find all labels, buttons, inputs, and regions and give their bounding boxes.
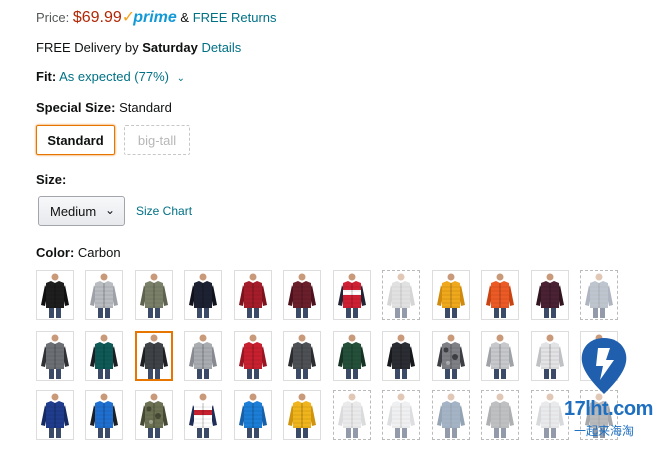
color-swatch[interactable]	[36, 331, 74, 381]
jacket-thumbnail	[486, 393, 514, 438]
color-swatch[interactable]	[333, 270, 371, 320]
color-swatch[interactable]	[184, 270, 222, 320]
color-swatch[interactable]	[184, 390, 222, 440]
fit-label: Fit:	[36, 69, 57, 84]
jacket-thumbnail	[536, 393, 564, 438]
price-row: Price: $69.99✓prime & FREE Returns	[36, 8, 277, 28]
jacket-thumbnail	[338, 273, 366, 318]
color-swatch[interactable]	[234, 390, 272, 440]
prime-logo: prime	[133, 9, 177, 26]
jacket-thumbnail	[90, 273, 118, 318]
jacket-thumbnail	[41, 393, 69, 438]
size-selected-value: Medium	[50, 203, 97, 219]
special-size-value: Standard	[119, 100, 172, 115]
special-size-row: Special Size: Standard	[36, 100, 172, 115]
color-swatch[interactable]	[135, 270, 173, 320]
jacket-thumbnail	[140, 273, 168, 318]
color-swatch[interactable]	[481, 390, 519, 440]
jacket-thumbnail	[338, 334, 366, 379]
jacket-thumbnail	[41, 334, 69, 379]
jacket-thumbnail	[387, 393, 415, 438]
jacket-thumbnail	[536, 334, 564, 379]
jacket-thumbnail	[90, 334, 118, 379]
jacket-thumbnail	[338, 393, 366, 438]
color-swatch[interactable]	[36, 390, 74, 440]
watermark-text: 17lht.com	[564, 398, 653, 420]
size-chart-link[interactable]: Size Chart	[136, 204, 192, 218]
size-dropdown[interactable]: Medium ⌄	[38, 196, 125, 226]
watermark: 17lht.com 一起来海淘	[564, 330, 666, 450]
color-swatch[interactable]	[283, 270, 321, 320]
color-swatch[interactable]	[36, 270, 74, 320]
color-swatch[interactable]	[333, 390, 371, 440]
size-row: Size:	[36, 172, 66, 187]
color-row: Color: Carbon	[36, 245, 121, 260]
jacket-thumbnail	[437, 393, 465, 438]
jacket-thumbnail	[288, 334, 316, 379]
special-size-label: Special Size:	[36, 100, 116, 115]
color-value: Carbon	[77, 245, 121, 260]
chevron-down-icon[interactable]: ⌄	[177, 73, 185, 84]
fit-row[interactable]: Fit: As expected (77%) ⌄	[36, 69, 185, 84]
jacket-thumbnail	[585, 273, 613, 318]
price-value: $69.99	[72, 9, 122, 26]
color-swatch[interactable]	[85, 270, 123, 320]
chevron-down-icon: ⌄	[104, 203, 115, 217]
color-swatch[interactable]	[85, 390, 123, 440]
size-option-standard[interactable]: Standard	[36, 125, 115, 155]
jacket-thumbnail	[437, 334, 465, 379]
jacket-thumbnail	[387, 273, 415, 318]
size-option-big-tall[interactable]: big-tall	[124, 125, 190, 155]
color-swatch[interactable]	[531, 270, 569, 320]
jacket-thumbnail	[288, 393, 316, 438]
color-swatch[interactable]	[234, 270, 272, 320]
color-swatch[interactable]	[382, 270, 420, 320]
jacket-thumbnail	[536, 273, 564, 318]
color-swatch[interactable]	[382, 390, 420, 440]
jacket-thumbnail	[239, 273, 267, 318]
jacket-thumbnail	[189, 273, 217, 318]
jacket-thumbnail	[486, 334, 514, 379]
color-label: Color:	[36, 245, 75, 260]
jacket-thumbnail	[189, 393, 217, 438]
details-link[interactable]: Details	[201, 40, 241, 55]
watermark-subtext: 一起来海淘	[574, 424, 635, 438]
delivery-text: FREE Delivery by	[36, 40, 143, 55]
color-swatch[interactable]	[531, 331, 569, 381]
color-swatch[interactable]	[333, 331, 371, 381]
color-swatch[interactable]	[432, 270, 470, 320]
price-label: Price:	[36, 10, 70, 25]
jacket-thumbnail	[41, 273, 69, 318]
jacket-thumbnail	[140, 393, 168, 438]
delivery-row: FREE Delivery by Saturday Details	[36, 40, 241, 55]
color-swatch[interactable]	[283, 390, 321, 440]
delivery-day: Saturday	[142, 40, 198, 55]
jacket-thumbnail	[387, 334, 415, 379]
color-swatch[interactable]	[580, 270, 618, 320]
jacket-thumbnail	[140, 334, 168, 379]
jacket-thumbnail	[486, 273, 514, 318]
jacket-thumbnail	[437, 273, 465, 318]
color-swatch[interactable]	[234, 331, 272, 381]
color-swatch[interactable]	[432, 390, 470, 440]
jacket-thumbnail	[239, 393, 267, 438]
jacket-thumbnail	[288, 273, 316, 318]
color-swatch[interactable]	[481, 331, 519, 381]
color-swatch[interactable]	[432, 331, 470, 381]
color-swatch[interactable]	[85, 331, 123, 381]
color-swatch[interactable]	[382, 331, 420, 381]
color-swatch[interactable]	[135, 331, 173, 381]
color-swatch[interactable]	[283, 331, 321, 381]
color-swatch[interactable]	[184, 331, 222, 381]
color-swatch[interactable]	[481, 270, 519, 320]
size-label: Size:	[36, 172, 67, 187]
jacket-thumbnail	[90, 393, 118, 438]
jacket-thumbnail	[239, 334, 267, 379]
fit-value-link[interactable]: As expected (77%)	[59, 69, 169, 84]
free-returns-link[interactable]: FREE Returns	[193, 10, 277, 25]
color-swatch[interactable]	[135, 390, 173, 440]
jacket-thumbnail	[189, 334, 217, 379]
amp-text: &	[180, 10, 190, 25]
